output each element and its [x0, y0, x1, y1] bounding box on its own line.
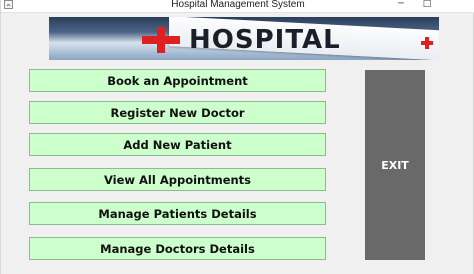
maximize-button[interactable]: □	[415, 0, 439, 10]
manage-doctors-button[interactable]: Manage Doctors Details	[29, 237, 326, 260]
exit-button[interactable]: EXIT	[365, 70, 425, 260]
title-bar: Hospital Management System ─ □	[1, 0, 474, 13]
book-appointment-button[interactable]: Book an Appointment	[29, 69, 326, 92]
hospital-banner: HOSPITAL	[49, 17, 439, 60]
add-patient-button[interactable]: Add New Patient	[29, 133, 326, 156]
view-appointments-button[interactable]: View All Appointments	[29, 168, 326, 191]
app-window: Hospital Management System ─ □ HOSPITAL …	[0, 0, 474, 274]
minimize-button[interactable]: ─	[389, 0, 413, 10]
small-cross-icon	[421, 37, 433, 49]
manage-patients-button[interactable]: Manage Patients Details	[29, 202, 326, 225]
register-doctor-button[interactable]: Register New Doctor	[29, 101, 326, 124]
banner-title: HOSPITAL	[189, 25, 341, 55]
hospital-cross-icon	[142, 27, 180, 53]
